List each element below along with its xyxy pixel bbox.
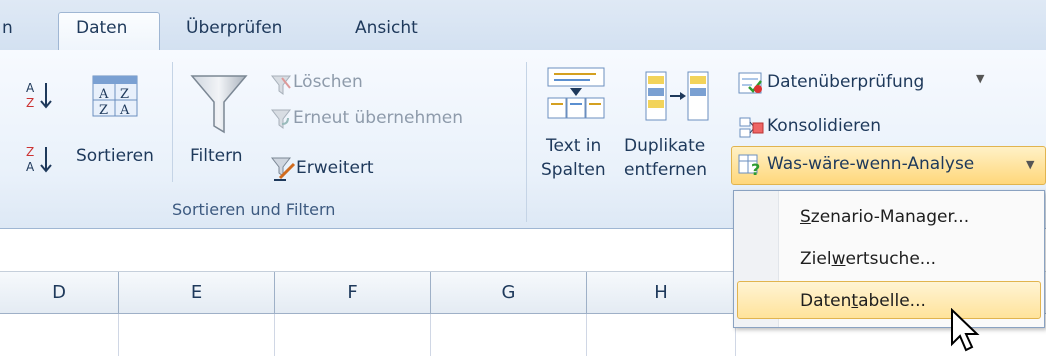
column-header-e[interactable]: E [119,272,275,313]
daten-label-post: abelle... [858,291,926,311]
consolidate-icon [738,116,764,140]
sortieren-button[interactable]: Sortieren [76,146,154,166]
column-header-g[interactable]: G [431,272,587,313]
sort-descending-icon[interactable]: Z A [24,142,62,176]
menu-item-zielwertsuche[interactable]: Zielwertsuche... [800,249,936,269]
tab-ansicht[interactable]: Ansicht [355,18,418,38]
gridline [118,314,119,356]
erweitert-button[interactable]: Erweitert [296,158,374,178]
duplikate-line1[interactable]: Duplikate [624,136,705,156]
tab-daten[interactable]: Daten [76,18,127,38]
remove-duplicates-icon[interactable] [644,68,710,124]
konsolidieren-button[interactable]: Konsolidieren [767,116,881,136]
gridline [586,314,587,356]
duplikate-line2[interactable]: entfernen [624,160,707,180]
text-in-spalten-line1[interactable]: Text in [546,136,601,156]
tab-partial[interactable]: n [2,18,13,38]
sort-ascending-icon[interactable]: A Z [24,78,62,112]
filtern-button[interactable]: Filtern [190,146,243,166]
svg-text:A: A [98,87,109,102]
was-waere-wenn-button[interactable]: ? Was-wäre-wenn-Analyse ▼ [731,146,1046,185]
tab-ueberpruefen[interactable]: Überprüfen [186,18,282,38]
clear-filter-icon [270,74,292,96]
column-g-label: G [501,282,516,303]
ribbon-tab-strip: n Daten Überprüfen Ansicht [0,0,1046,53]
separator [172,62,173,182]
menu-item-szenario-manager[interactable]: Szenario-Manager... [800,207,969,227]
svg-text:Z: Z [26,96,34,110]
column-h-label: H [654,282,668,303]
column-header-d[interactable]: D [0,272,119,313]
reapply-filter-icon [270,108,292,130]
svg-text:Z: Z [120,87,129,102]
data-validation-icon [738,72,764,96]
szenario-label-post: zenario-Manager... [810,207,970,227]
group-label-sortieren-filtern: Sortieren und Filtern [172,200,336,219]
chevron-down-icon[interactable]: ▼ [976,72,984,85]
column-header-f[interactable]: F [275,272,431,313]
daten-label-pre: Daten [800,291,852,311]
mouse-cursor-icon [950,307,980,354]
svg-text:Z: Z [99,103,108,118]
filter-funnel-icon[interactable] [190,72,248,136]
svg-text:A: A [26,160,35,174]
ziel-accesskey: w [831,249,846,269]
gridline [274,314,275,356]
column-e-label: E [190,282,203,303]
ziel-label-pre: Ziel [800,249,832,269]
svg-text:A: A [119,103,130,118]
text-to-columns-icon[interactable] [546,66,606,122]
was-waere-wenn-label: Was-wäre-wenn-Analyse [767,154,975,174]
dropdown-arrow-icon: ▼ [1026,158,1035,171]
sort-dialog-icon[interactable]: A Z Z A [92,72,138,118]
column-f-label: F [347,282,358,303]
column-d-label: D [52,282,66,303]
advanced-filter-icon [270,156,296,182]
what-if-dropdown-menu: Szenario-Manager... Zielwertsuche... Dat… [733,190,1045,328]
group-separator [526,62,527,222]
datenueberpruefung-button[interactable]: Datenüberprüfung [767,72,924,92]
column-header-h[interactable]: H [587,272,736,313]
menu-item-datentabelle[interactable]: Datentabelle... [800,291,926,311]
szenario-accesskey: S [800,207,811,227]
svg-text:A: A [26,81,35,95]
svg-text:Z: Z [26,145,34,159]
what-if-analysis-icon: ? [738,154,762,179]
gridline [430,314,431,356]
loeschen-button[interactable]: Löschen [293,72,363,92]
text-in-spalten-line2[interactable]: Spalten [541,160,606,180]
svg-text:?: ? [751,160,760,176]
erneut-uebernehmen-button[interactable]: Erneut übernehmen [293,108,463,128]
ziel-label-post: ertsuche... [845,249,937,269]
